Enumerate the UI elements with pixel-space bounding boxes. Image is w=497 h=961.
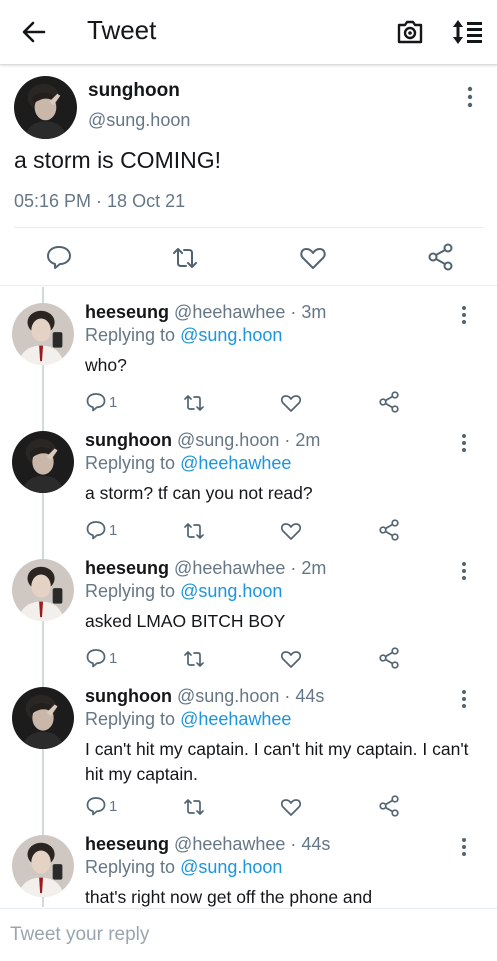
reply-icon[interactable] bbox=[85, 795, 107, 817]
reply-author-name[interactable]: heeseung bbox=[85, 834, 169, 854]
reply-text: a storm? tf can you not read? bbox=[85, 483, 313, 503]
reply-author-name[interactable]: sunghoon bbox=[85, 430, 172, 450]
replies-list: heeseung @heehawhee · 3m Replying to @su… bbox=[0, 287, 497, 907]
reply-icon[interactable] bbox=[85, 647, 107, 669]
replying-to-link[interactable]: @sung.hoon bbox=[180, 857, 282, 877]
replying-to-link[interactable]: @sung.hoon bbox=[180, 581, 282, 601]
reply-icon[interactable] bbox=[85, 519, 107, 541]
reply-handle-time: @sung.hoon · 44s bbox=[177, 686, 325, 706]
camera-icon[interactable] bbox=[396, 18, 424, 46]
reply-text: who? bbox=[85, 355, 127, 375]
reply-author-name[interactable]: sunghoon bbox=[85, 686, 172, 706]
heart-icon[interactable] bbox=[280, 648, 302, 670]
avatar[interactable] bbox=[12, 303, 74, 365]
sort-icon[interactable] bbox=[451, 18, 483, 46]
reply-composer bbox=[0, 908, 497, 961]
reply-input[interactable] bbox=[10, 919, 480, 951]
share-icon[interactable] bbox=[378, 391, 400, 413]
reply-text: asked LMAO BITCH BOY bbox=[85, 611, 286, 631]
more-vertical-icon[interactable] bbox=[459, 433, 469, 453]
replying-to-link[interactable]: @heehawhee bbox=[180, 709, 291, 729]
retweet-icon[interactable] bbox=[183, 648, 205, 670]
retweet-icon[interactable] bbox=[183, 796, 205, 818]
reply-handle-time: @heehawhee · 3m bbox=[174, 302, 327, 322]
avatar[interactable] bbox=[12, 835, 74, 897]
tweet-timestamp: 05:16 PM · 18 Oct 21 bbox=[14, 191, 186, 211]
share-icon[interactable] bbox=[378, 519, 400, 541]
divider bbox=[0, 285, 497, 286]
reply-icon[interactable] bbox=[45, 243, 73, 271]
replying-to-link[interactable]: @sung.hoon bbox=[180, 325, 282, 345]
avatar[interactable] bbox=[12, 687, 74, 749]
reply-author-name[interactable]: heeseung bbox=[85, 302, 169, 322]
reply-text: I can't hit my captain. I can't hit my c… bbox=[85, 739, 469, 784]
more-vertical-icon[interactable] bbox=[459, 837, 469, 857]
heart-icon[interactable] bbox=[299, 244, 327, 272]
avatar[interactable] bbox=[12, 559, 74, 621]
page-title: Tweet bbox=[87, 15, 157, 45]
share-icon[interactable] bbox=[378, 647, 400, 669]
author-name[interactable]: sunghoon bbox=[88, 80, 180, 102]
replying-to-label: Replying to bbox=[85, 857, 181, 877]
share-icon[interactable] bbox=[427, 243, 455, 271]
reply-count: 1 bbox=[109, 650, 118, 667]
retweet-icon[interactable] bbox=[183, 392, 205, 414]
heart-icon[interactable] bbox=[280, 520, 302, 542]
more-vertical-icon[interactable] bbox=[459, 305, 469, 325]
tweet-text: a storm is COMING! bbox=[14, 147, 222, 173]
heart-icon[interactable] bbox=[280, 392, 302, 414]
reply-text: that's right now get off the phone and bbox=[85, 887, 373, 907]
replying-to-label: Replying to bbox=[85, 325, 181, 345]
reply-count: 1 bbox=[109, 394, 118, 411]
heart-icon[interactable] bbox=[280, 796, 302, 818]
avatar[interactable] bbox=[14, 76, 77, 139]
retweet-icon[interactable] bbox=[171, 244, 199, 272]
top-app-bar: Tweet bbox=[0, 0, 497, 65]
more-vertical-icon[interactable] bbox=[459, 561, 469, 581]
replying-to-link[interactable]: @heehawhee bbox=[180, 453, 291, 473]
reply-count: 1 bbox=[109, 522, 118, 539]
replying-to-label: Replying to bbox=[85, 453, 181, 473]
reply-handle-time: @heehawhee · 44s bbox=[174, 834, 331, 854]
author-handle[interactable]: @sung.hoon bbox=[88, 110, 190, 131]
reply-icon[interactable] bbox=[85, 391, 107, 413]
retweet-icon[interactable] bbox=[183, 520, 205, 542]
more-vertical-icon[interactable] bbox=[459, 689, 469, 709]
reply-handle-time: @heehawhee · 2m bbox=[174, 558, 327, 578]
share-icon[interactable] bbox=[378, 795, 400, 817]
divider bbox=[14, 227, 484, 228]
avatar[interactable] bbox=[12, 431, 74, 493]
reply-count: 1 bbox=[109, 798, 118, 815]
more-vertical-icon[interactable] bbox=[464, 86, 476, 108]
reply-author-name[interactable]: heeseung bbox=[85, 558, 169, 578]
replying-to-label: Replying to bbox=[85, 709, 181, 729]
arrow-left-icon[interactable] bbox=[20, 18, 48, 46]
reply-handle-time: @sung.hoon · 2m bbox=[177, 430, 321, 450]
replying-to-label: Replying to bbox=[85, 581, 181, 601]
